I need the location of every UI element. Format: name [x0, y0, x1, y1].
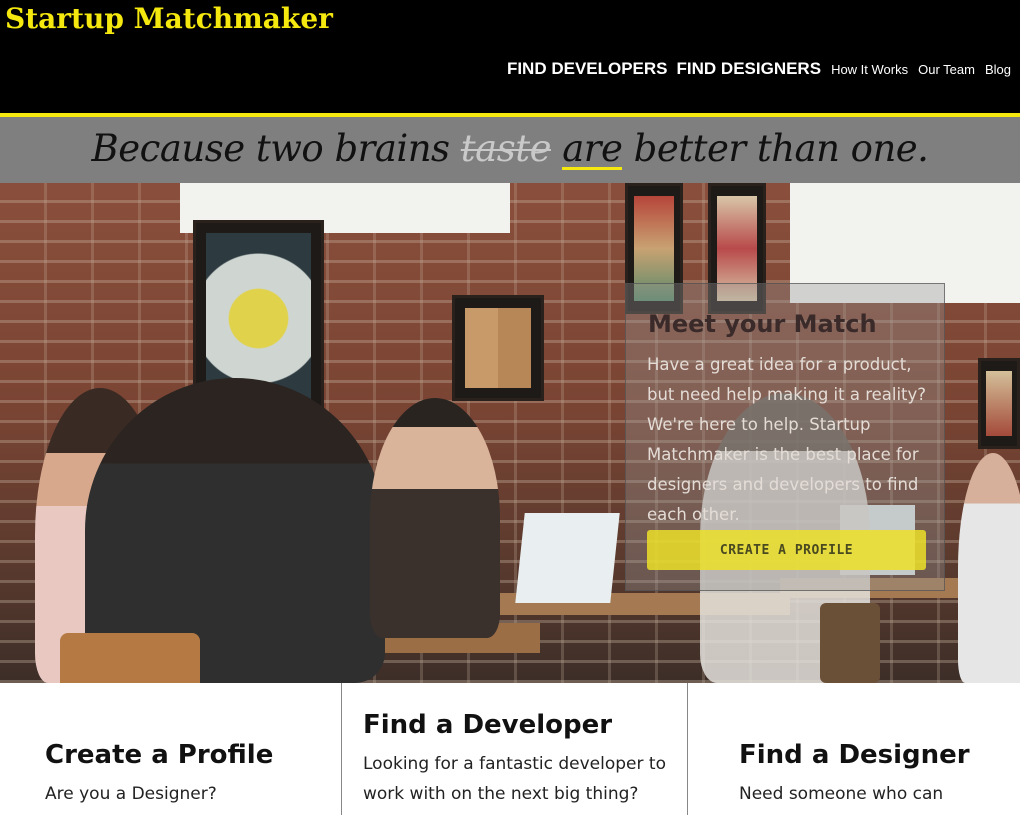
- person-man-laptop: [370, 398, 500, 638]
- nav-blog[interactable]: Blog: [985, 62, 1011, 77]
- tagline-struck-word: taste: [460, 127, 552, 170]
- tagline-underlined-word: are: [562, 127, 623, 170]
- feature-text: Need someone who can: [739, 784, 944, 804]
- site-logo[interactable]: Startup Matchmaker: [5, 0, 333, 38]
- tagline-part1: Because two brains: [91, 127, 461, 170]
- feature-find-designer: Find a Designer Need someone who can: [688, 683, 1020, 815]
- features-section: Create a Profile Are you a Designer? Fin…: [0, 683, 1020, 815]
- card-body: Have a great idea for a product, but nee…: [647, 355, 927, 524]
- person-far-right: [958, 453, 1020, 683]
- chair-right: [820, 603, 880, 683]
- create-profile-button[interactable]: CREATE A PROFILE: [647, 530, 926, 570]
- feature-text: Looking for a fantastic developer to wor…: [363, 754, 666, 804]
- laptop-center: [515, 513, 620, 603]
- tagline-part2: better than one.: [622, 127, 929, 170]
- feature-title[interactable]: Create a Profile: [45, 740, 273, 770]
- nav-how-it-works[interactable]: How It Works: [831, 62, 908, 77]
- nav-find-developers[interactable]: FIND DEVELOPERS: [507, 59, 668, 79]
- nav-our-team[interactable]: Our Team: [918, 62, 975, 77]
- feature-find-developer: Find a Developer Looking for a fantastic…: [342, 683, 687, 815]
- artwork-right: [978, 358, 1020, 449]
- feature-title[interactable]: Find a Designer: [739, 740, 970, 770]
- tagline: Because two brains taste are better than…: [0, 127, 1020, 170]
- artwork-portraits: [452, 295, 544, 401]
- feature-create-profile: Create a Profile Are you a Designer?: [0, 683, 341, 815]
- meet-your-match-card: Meet your Match Have a great idea for a …: [625, 283, 945, 591]
- feature-text: Are you a Designer?: [45, 784, 217, 804]
- tagline-band: Because two brains taste are better than…: [0, 117, 1020, 183]
- chair-left: [60, 633, 200, 683]
- card-title: Meet your Match: [648, 310, 877, 338]
- feature-title[interactable]: Find a Developer: [363, 710, 612, 740]
- main-nav: FIND DEVELOPERS FIND DESIGNERS How It Wo…: [498, 59, 1011, 79]
- nav-find-designers[interactable]: FIND DESIGNERS: [677, 59, 822, 79]
- site-header: Startup Matchmaker FIND DEVELOPERS FIND …: [0, 0, 1020, 113]
